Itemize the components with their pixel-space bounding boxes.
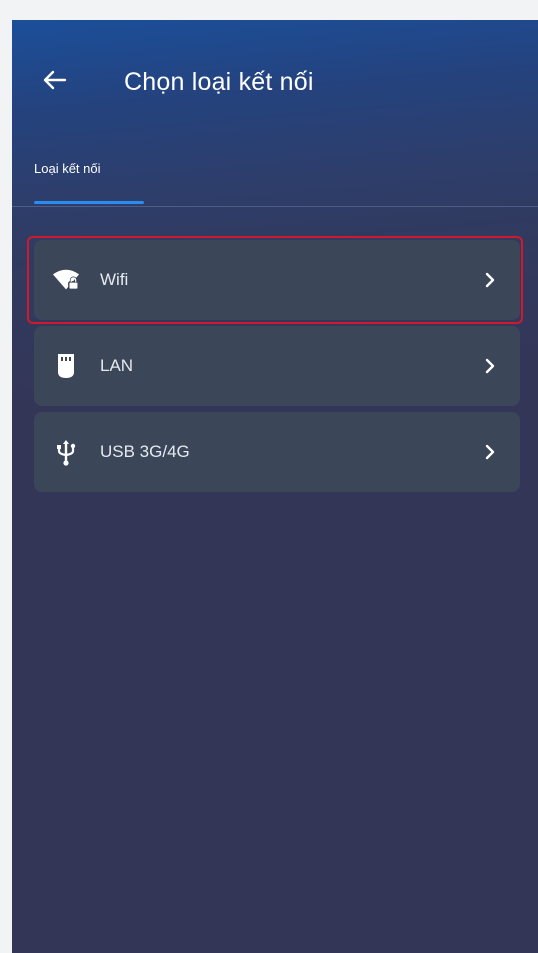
ethernet-icon: [52, 352, 80, 380]
tab-label: Loại kết nối: [34, 161, 101, 176]
list-item-usb[interactable]: USB 3G/4G: [34, 412, 520, 492]
tab-bar: Loại kết nối: [12, 132, 538, 207]
tab-connection-type[interactable]: Loại kết nối: [34, 144, 156, 204]
wifi-lock-icon: [52, 266, 80, 294]
app-header: Chọn loại kết nối: [12, 20, 538, 132]
arrow-left-icon: [41, 69, 67, 96]
usb-icon: [52, 438, 80, 466]
chevron-right-icon: [480, 354, 500, 378]
list-item-label: USB 3G/4G: [100, 442, 190, 461]
back-button[interactable]: [36, 64, 72, 100]
app-screen: Chọn loại kết nối Loại kết nối Wifi LAN …: [12, 20, 538, 953]
list-item-wifi[interactable]: Wifi: [34, 240, 520, 320]
active-tab-indicator: [34, 201, 144, 204]
chevron-right-icon: [480, 440, 500, 464]
list-item-lan[interactable]: LAN: [34, 326, 520, 406]
list-item-label: LAN: [100, 356, 134, 375]
chevron-right-icon: [480, 268, 500, 292]
connection-type-list: Wifi LAN USB 3G/4G: [34, 240, 520, 498]
page-title: Chọn loại kết nối: [124, 68, 314, 96]
list-item-label: Wifi: [100, 270, 129, 289]
